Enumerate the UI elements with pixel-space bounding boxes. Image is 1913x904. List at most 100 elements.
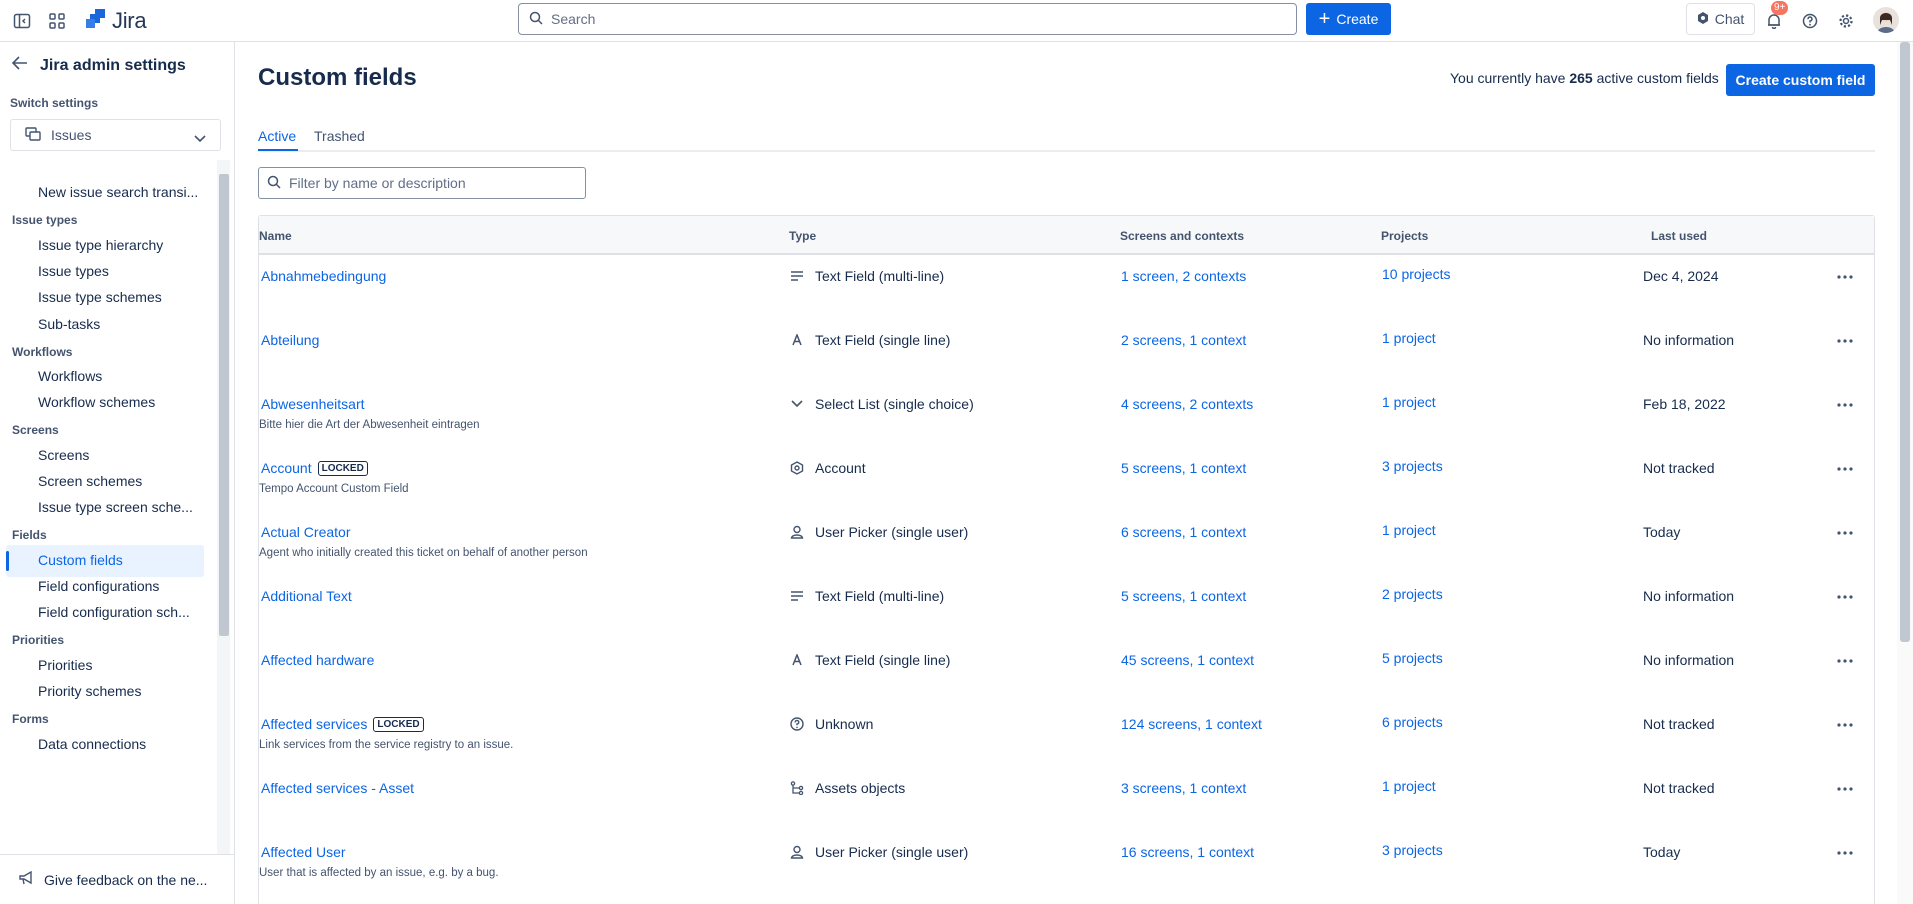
sidebar-item-issue-types[interactable]: Issue types [38, 263, 208, 279]
switch-settings-label: Switch settings [10, 96, 99, 110]
give-feedback-button[interactable]: Give feedback on the ne... [0, 854, 235, 904]
more-actions-button[interactable] [1831, 390, 1859, 414]
projects-link[interactable]: 5 projects [1382, 650, 1443, 666]
field-name-link[interactable]: Affected services [261, 716, 367, 732]
avatar[interactable] [1873, 7, 1899, 33]
sidebar-header[interactable]: Jira admin settings [11, 56, 186, 75]
projects-link[interactable]: 1 project [1382, 778, 1436, 794]
sidebar-item-priorities[interactable]: Priorities [38, 657, 208, 673]
field-name-link[interactable]: Actual Creator [261, 524, 350, 540]
sidebar-toggle-icon[interactable] [10, 9, 34, 33]
tab-trashed[interactable]: Trashed [314, 128, 365, 144]
more-actions-button[interactable] [1831, 518, 1859, 542]
projects-link[interactable]: 2 projects [1382, 586, 1443, 602]
last-used-value: Not tracked [1643, 716, 1715, 732]
field-type-cell: Account [789, 460, 866, 476]
projects-link[interactable]: 3 projects [1382, 842, 1443, 858]
sidebar-item-issue-type-schemes[interactable]: Issue type schemes [38, 289, 208, 305]
sidebar-item-new-issue-search[interactable]: New issue search transi... [38, 184, 208, 200]
field-name-cell: Additional Text [261, 588, 352, 604]
switch-settings-value: Issues [51, 127, 92, 143]
field-name-link[interactable]: Affected services - Asset [261, 780, 414, 796]
column-header-screens[interactable]: Screens and contexts [1120, 229, 1244, 243]
more-actions-button[interactable] [1831, 710, 1859, 734]
projects-link[interactable]: 10 projects [1382, 266, 1450, 282]
create-button[interactable]: + Create [1306, 3, 1391, 35]
sidebar-item-screen-schemes[interactable]: Screen schemes [38, 473, 208, 489]
field-type-label: Select List (single choice) [815, 396, 974, 412]
field-name-link[interactable]: Affected User [261, 844, 346, 860]
projects-link[interactable]: 1 project [1382, 330, 1436, 346]
field-name-link[interactable]: Abnahmebedingung [261, 268, 386, 284]
last-used-value: Not tracked [1643, 780, 1715, 796]
create-custom-field-button[interactable]: Create custom field [1726, 64, 1875, 96]
table-row: Abwesenheitsart Bitte hier die Art der Ab… [259, 388, 1874, 452]
table-header: Name Type Screens and contexts Projects … [259, 216, 1874, 255]
create-label: Create [1336, 11, 1379, 27]
help-icon[interactable] [1798, 9, 1822, 33]
sidebar-item-issue-type-hierarchy[interactable]: Issue type hierarchy [38, 237, 208, 253]
field-name-link[interactable]: Abwesenheitsart [261, 396, 365, 412]
sidebar-item-workflow-schemes[interactable]: Workflow schemes [38, 394, 208, 410]
field-type-cell: Select List (single choice) [789, 396, 974, 412]
tab-active[interactable]: Active [258, 128, 296, 144]
projects-link[interactable]: 6 projects [1382, 714, 1443, 730]
more-actions-button[interactable] [1831, 454, 1859, 478]
sidebar-scrollbar-thumb[interactable] [219, 174, 229, 636]
screens-contexts-link[interactable]: 16 screens, 1 context [1121, 844, 1254, 860]
sidebar-item-workflows[interactable]: Workflows [38, 368, 208, 384]
app-switcher-icon[interactable] [45, 9, 69, 33]
field-name-link[interactable]: Account [261, 460, 312, 476]
search-input[interactable]: Search [518, 3, 1297, 35]
jira-logo[interactable]: Jira [86, 8, 147, 34]
table-row: Affected services LOCKED Link services fro… [259, 708, 1874, 772]
field-type-cell: User Picker (single user) [789, 524, 968, 540]
more-actions-button[interactable] [1831, 838, 1859, 862]
column-header-last-used[interactable]: Last used [1651, 229, 1707, 243]
sidebar-item-sub-tasks[interactable]: Sub-tasks [38, 316, 208, 332]
more-actions-button[interactable] [1831, 262, 1859, 286]
sidebar-item-issue-type-screen-schemes[interactable]: Issue type screen sche... [38, 499, 208, 515]
table-row: Abteilung Text Field (single line) 2 scree… [259, 324, 1874, 388]
last-used-value: Dec 4, 2024 [1643, 268, 1719, 284]
more-actions-button[interactable] [1831, 646, 1859, 670]
filter-input[interactable]: Filter by name or description [258, 167, 586, 199]
sidebar-item-custom-fields[interactable]: Custom fields [38, 552, 208, 568]
column-header-projects[interactable]: Projects [1381, 229, 1428, 243]
screens-contexts-link[interactable]: 4 screens, 2 contexts [1121, 396, 1253, 412]
settings-icon[interactable] [1834, 9, 1858, 33]
field-name-link[interactable]: Additional Text [261, 588, 352, 604]
screens-contexts-link[interactable]: 2 screens, 1 context [1121, 332, 1246, 348]
switch-settings-select[interactable]: Issues [10, 119, 221, 151]
screens-contexts-link[interactable]: 45 screens, 1 context [1121, 652, 1254, 668]
sidebar-item-data-connections[interactable]: Data connections [38, 736, 208, 752]
projects-link[interactable]: 1 project [1382, 394, 1436, 410]
projects-link[interactable]: 3 projects [1382, 458, 1443, 474]
chat-button[interactable]: Chat [1686, 3, 1755, 35]
field-name-link[interactable]: Abteilung [261, 332, 319, 348]
field-name-cell: Affected services - Asset [261, 780, 414, 796]
sidebar-item-screens[interactable]: Screens [38, 447, 208, 463]
page-scrollbar-thumb[interactable] [1900, 42, 1910, 642]
field-name-link[interactable]: Affected hardware [261, 652, 374, 668]
column-header-name[interactable]: Name [259, 229, 292, 243]
megaphone-icon [18, 870, 34, 888]
screens-contexts-link[interactable]: 6 screens, 1 context [1121, 524, 1246, 540]
sidebar-item-priority-schemes[interactable]: Priority schemes [38, 683, 208, 699]
screens-contexts-link[interactable]: 3 screens, 1 context [1121, 780, 1246, 796]
projects-link[interactable]: 1 project [1382, 522, 1436, 538]
field-description: User that is affected by an issue, e.g. … [259, 867, 499, 879]
column-header-type[interactable]: Type [789, 229, 816, 243]
sidebar-item-field-configuration-schemes[interactable]: Field configuration sch... [38, 604, 208, 620]
more-actions-button[interactable] [1831, 774, 1859, 798]
screens-contexts-link[interactable]: 124 screens, 1 context [1121, 716, 1262, 732]
field-type-label: Text Field (single line) [815, 332, 951, 348]
more-actions-button[interactable] [1831, 582, 1859, 606]
screens-contexts-link[interactable]: 1 screen, 2 contexts [1121, 268, 1246, 284]
screens-contexts-link[interactable]: 5 screens, 1 context [1121, 460, 1246, 476]
sidebar-item-field-configurations[interactable]: Field configurations [38, 578, 208, 594]
field-name-cell: Actual Creator [261, 524, 350, 540]
screens-contexts-link[interactable]: 5 screens, 1 context [1121, 588, 1246, 604]
back-arrow-icon[interactable] [11, 56, 28, 75]
more-actions-button[interactable] [1831, 326, 1859, 350]
